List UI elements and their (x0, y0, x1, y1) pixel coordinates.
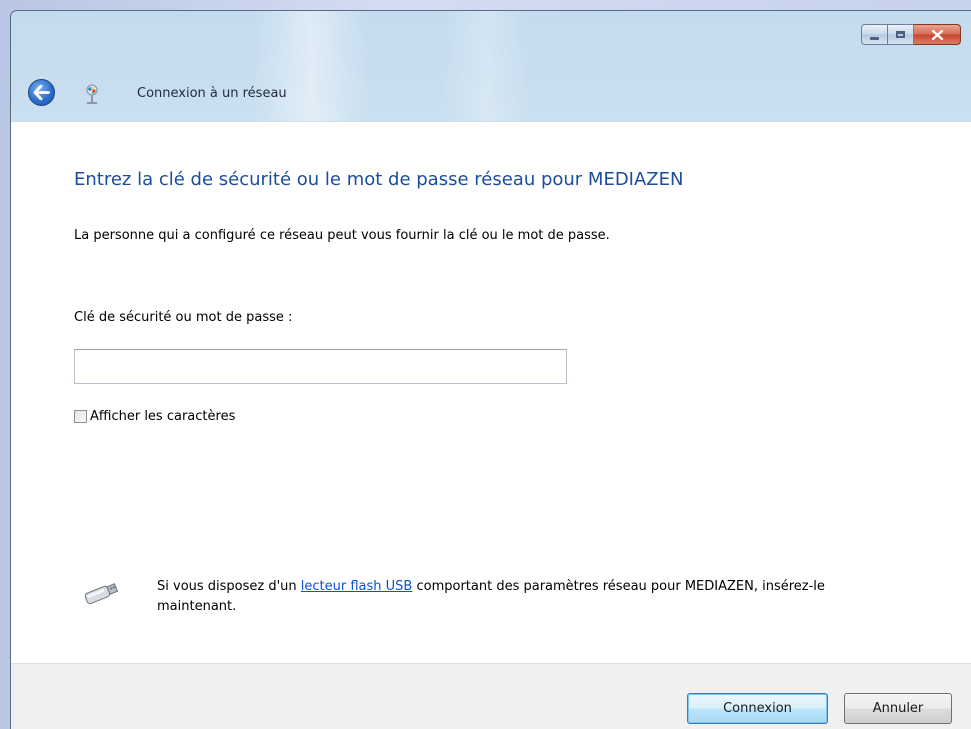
window-title: Connexion à un réseau (137, 86, 287, 101)
cancel-button[interactable]: Annuler (844, 693, 952, 724)
minimize-button[interactable] (861, 24, 888, 45)
connect-button[interactable]: Connexion (687, 693, 828, 724)
show-characters-option[interactable]: Afficher les caractères (74, 409, 235, 424)
back-button[interactable] (28, 79, 55, 106)
close-icon (931, 29, 943, 40)
navigation-bar: Connexion à un réseau (11, 59, 971, 131)
close-button[interactable] (914, 24, 961, 45)
page-heading: Entrez la clé de sécurité ou le mot de p… (74, 169, 684, 190)
desktop-background: Connexion à un réseau Entrez la clé de s… (0, 0, 971, 729)
security-key-input[interactable] (74, 349, 567, 384)
show-characters-label: Afficher les caractères (90, 409, 236, 424)
usb-hint: Si vous disposez d'un lecteur flash USB … (81, 577, 857, 617)
usb-flash-drive-link[interactable]: lecteur flash USB (301, 579, 413, 594)
minimize-icon (870, 36, 879, 40)
security-key-label: Clé de sécurité ou mot de passe : (74, 310, 293, 325)
button-bar: Connexion Annuler (11, 663, 971, 729)
content-area: Entrez la clé de sécurité ou le mot de p… (11, 122, 971, 663)
back-arrow-icon (33, 85, 50, 100)
network-wizard-icon (86, 84, 98, 104)
maximize-button[interactable] (888, 24, 914, 45)
usb-hint-text: Si vous disposez d'un lecteur flash USB … (157, 577, 857, 617)
usb-text-before: Si vous disposez d'un (157, 579, 301, 594)
usb-flash-drive-icon (84, 583, 119, 605)
caption-buttons (861, 24, 961, 45)
description-text: La personne qui a configuré ce réseau pe… (74, 228, 610, 243)
maximize-icon (896, 31, 905, 38)
connect-to-network-window: Connexion à un réseau Entrez la clé de s… (10, 10, 971, 729)
show-characters-checkbox[interactable] (74, 410, 87, 423)
